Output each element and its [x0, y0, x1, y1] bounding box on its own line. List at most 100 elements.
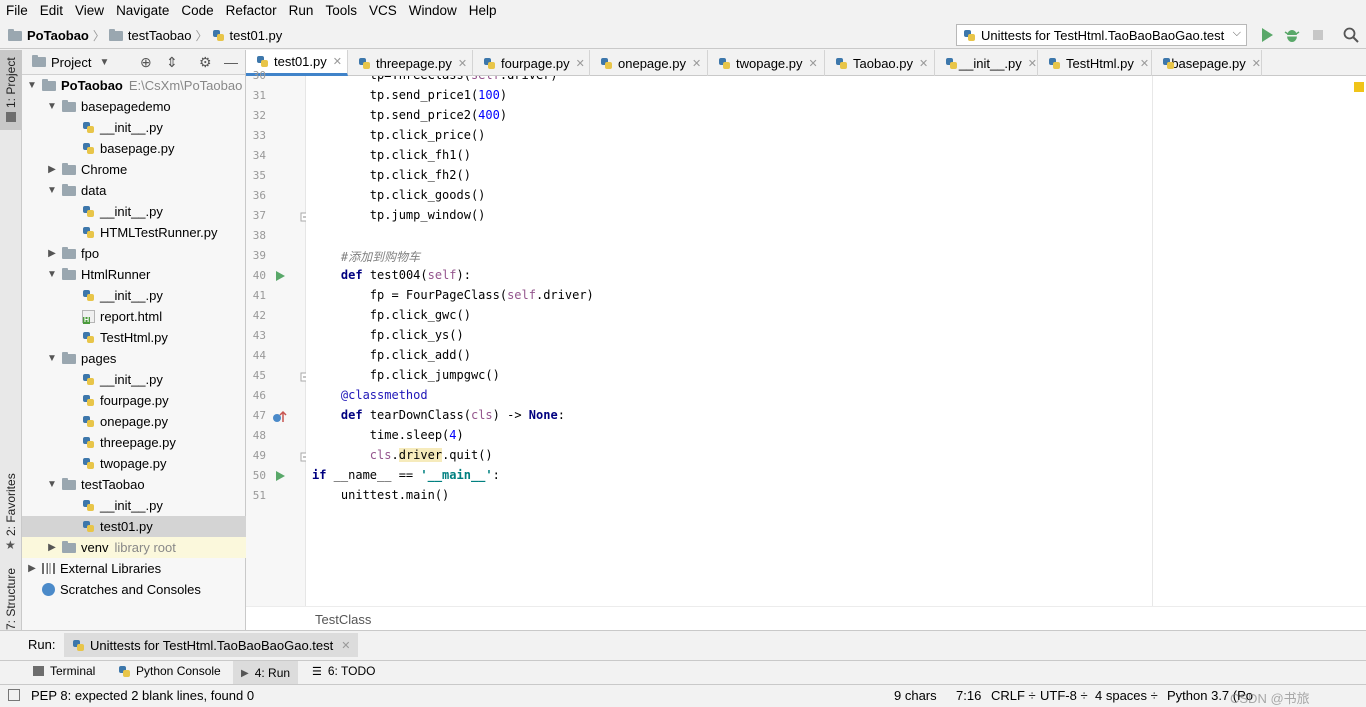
close-icon[interactable]: ✕ [341, 639, 350, 652]
run-configuration-select[interactable]: Unittests for TestHtml.TaoBaoBaoGao.test… [956, 24, 1247, 46]
code-line[interactable]: tp=ThreeClass(self.driver) [312, 76, 558, 82]
editor-tab[interactable]: onepage.py ✕ [590, 50, 708, 76]
file-encoding[interactable]: UTF-8 ÷ [1040, 688, 1088, 703]
code-line[interactable]: tp.click_price() [312, 128, 486, 142]
tree-folder[interactable]: ▼ HtmlRunner [22, 264, 246, 285]
tool-windows-icon[interactable] [8, 689, 20, 701]
menu-item-view[interactable]: View [69, 0, 110, 22]
close-icon[interactable]: ✕ [1252, 57, 1261, 70]
menu-item-run[interactable]: Run [283, 0, 320, 22]
close-icon[interactable]: ✕ [919, 57, 928, 70]
menu-item-tools[interactable]: Tools [319, 0, 363, 22]
code-line[interactable]: tp.click_fh1() [312, 148, 471, 162]
locate-icon[interactable]: ⊕ [140, 54, 152, 71]
search-icon[interactable] [1342, 26, 1360, 44]
editor-tab[interactable]: twopage.py ✕ [708, 50, 825, 76]
tree-file[interactable]: twopage.py [22, 453, 246, 474]
tree-folder[interactable]: ▼ pages [22, 348, 246, 369]
menu-item-edit[interactable]: Edit [34, 0, 69, 22]
error-stripe[interactable] [1352, 76, 1366, 606]
code-line[interactable]: time.sleep(4) [312, 428, 464, 442]
code-line[interactable]: tp.click_goods() [312, 188, 486, 202]
chevron-right-icon[interactable]: ▶ [46, 542, 58, 553]
code-line[interactable]: cls.driver.quit() [312, 448, 493, 462]
close-icon[interactable]: ✕ [809, 57, 818, 70]
cursor-position[interactable]: 7:16 [956, 688, 981, 703]
status-message[interactable]: PEP 8: expected 2 blank lines, found 0 [31, 688, 254, 703]
chevron-down-icon[interactable]: ▼ [26, 80, 38, 91]
chevron-right-icon[interactable]: ▶ [26, 563, 38, 574]
code-line[interactable]: def tearDownClass(cls) -> None: [312, 408, 565, 422]
tree-folder[interactable]: ▶ venv library root [22, 537, 246, 558]
tree-file[interactable]: __init__.py [22, 369, 246, 390]
tree-folder[interactable]: ▼ testTaobao [22, 474, 246, 495]
code-line[interactable]: def test004(self): [312, 268, 471, 282]
tree-folder[interactable]: ▶ Chrome [22, 159, 246, 180]
editor-tab[interactable]: __init__.py ✕ [935, 50, 1038, 76]
close-icon[interactable]: ✕ [333, 55, 342, 68]
chevron-right-icon[interactable]: ▶ [46, 164, 58, 175]
menu-item-vcs[interactable]: VCS [363, 0, 403, 22]
tree-file[interactable]: basepage.py [22, 138, 246, 159]
tree-file[interactable]: TestHtml.py [22, 327, 246, 348]
chevron-down-icon[interactable]: ▼ [46, 479, 58, 490]
run-test-icon[interactable] [274, 270, 286, 285]
breadcrumb-file[interactable]: test01.py [230, 28, 283, 43]
tree-file[interactable]: HTMLTestRunner.py [22, 222, 246, 243]
close-icon[interactable]: ✕ [692, 57, 701, 70]
tree-file[interactable]: onepage.py [22, 411, 246, 432]
code-line[interactable]: fp.click_add() [312, 348, 471, 362]
todo-tab[interactable]: ☰ 6: TODO [312, 664, 375, 678]
tree-file[interactable]: report.html [22, 306, 246, 327]
chevron-down-icon[interactable]: ▼ [46, 353, 58, 364]
close-icon[interactable]: ✕ [1028, 57, 1037, 70]
editor-tab[interactable]: TestHtml.py ✕ [1038, 50, 1152, 76]
tree-folder[interactable]: ▼ data [22, 180, 246, 201]
run-main-icon[interactable] [274, 470, 286, 485]
terminal-tab[interactable]: Terminal [33, 664, 95, 678]
project-view-label[interactable]: Project [51, 55, 91, 70]
code-line[interactable]: #添加到购物车 [312, 248, 420, 265]
tree-file[interactable]: ▶ External Libraries [22, 558, 246, 579]
editor-tab[interactable]: threepage.py ✕ [348, 50, 473, 76]
collapse-all-icon[interactable]: ⇕ [166, 54, 178, 71]
tree-file[interactable]: fourpage.py [22, 390, 246, 411]
project-tool-label[interactable]: 1: Project [4, 57, 18, 108]
code-line[interactable]: fp.click_ys() [312, 328, 464, 342]
warning-indicator-icon[interactable] [1354, 82, 1364, 92]
override-icon[interactable] [272, 410, 288, 427]
code-line[interactable]: fp.click_gwc() [312, 308, 471, 322]
favorites-tool-label[interactable]: 2: Favorites [4, 473, 18, 536]
run-icon[interactable] [1258, 26, 1276, 44]
tree-file[interactable]: __init__.py [22, 117, 246, 138]
code-line[interactable]: @classmethod [312, 388, 428, 402]
editor-breadcrumb[interactable]: TestClass [246, 606, 1366, 630]
structure-tool-label[interactable]: 7: Structure [4, 568, 18, 630]
line-separator[interactable]: CRLF ÷ [991, 688, 1036, 703]
code-line[interactable]: tp.click_fh2() [312, 168, 471, 182]
code-line[interactable]: fp = FourPageClass(self.driver) [312, 288, 594, 302]
tree-file[interactable]: __init__.py [22, 495, 246, 516]
breadcrumb-folder[interactable]: testTaobao [128, 28, 192, 43]
code-line[interactable]: unittest.main() [312, 488, 449, 502]
menu-item-file[interactable]: File [0, 0, 34, 22]
gear-icon[interactable]: ⚙ [199, 54, 212, 71]
stop-icon[interactable] [1309, 26, 1327, 44]
tree-folder[interactable]: ▼ basepagedemo [22, 96, 246, 117]
chevron-down-icon[interactable]: ▼ [46, 269, 58, 280]
menu-item-code[interactable]: Code [175, 0, 219, 22]
code-line[interactable]: fp.click_jumpgwc() [312, 368, 500, 382]
chevron-down-icon[interactable]: ▼ [46, 185, 58, 196]
code-line[interactable]: tp.send_price2(400) [312, 108, 507, 122]
tree-folder[interactable]: ▶ fpo [22, 243, 246, 264]
code-line[interactable]: if __name__ == '__main__': [312, 468, 500, 482]
close-icon[interactable]: ✕ [458, 57, 467, 70]
hide-icon[interactable]: — [224, 54, 238, 70]
code-editor[interactable]: tp=ThreeClass(self.driver) tp.send_price… [306, 76, 1352, 606]
editor-tab[interactable]: basepage.py ✕ [1152, 50, 1262, 76]
tree-root[interactable]: ▼ PoTaobao E:\CsXm\PoTaobao [22, 75, 246, 96]
menu-item-refactor[interactable]: Refactor [220, 0, 283, 22]
indent-setting[interactable]: 4 spaces ÷ [1095, 688, 1158, 703]
tree-file[interactable]: test01.py [22, 516, 246, 537]
chevron-down-icon[interactable]: ▼ [99, 57, 109, 68]
